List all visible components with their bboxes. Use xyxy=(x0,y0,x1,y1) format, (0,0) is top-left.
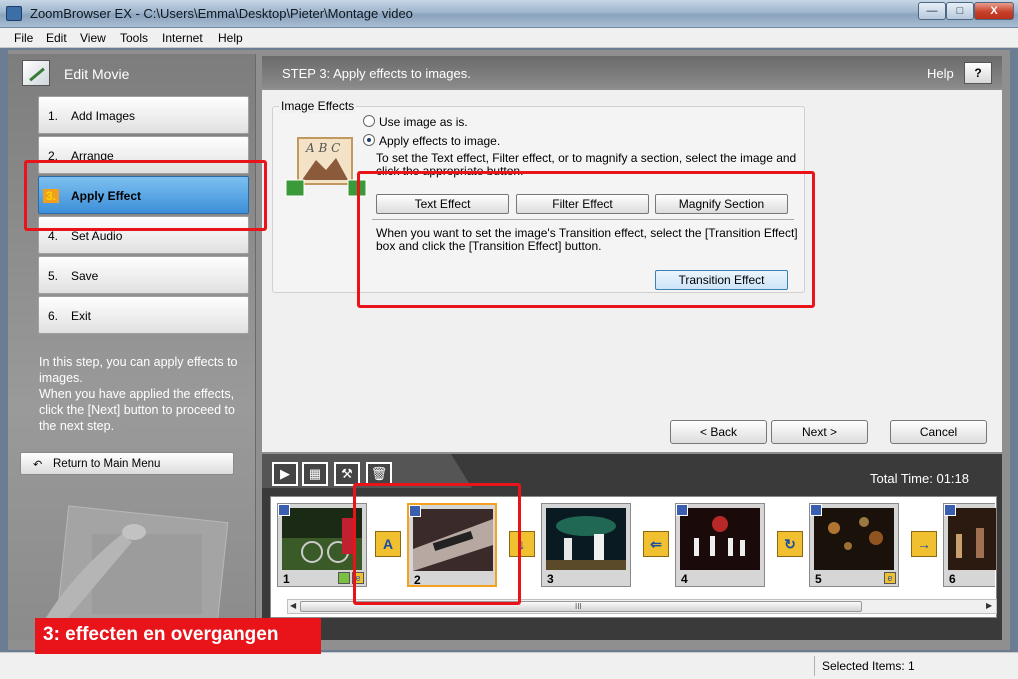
step-number: 5. xyxy=(48,269,59,283)
window-title: ZoomBrowser EX - C:\Users\Emma\Desktop\P… xyxy=(30,6,413,21)
image-badge-icon xyxy=(676,504,688,516)
close-button[interactable]: X xyxy=(974,2,1014,20)
annotation-label: 3: effecten en overgangen xyxy=(35,618,321,654)
step-label: Set Audio xyxy=(71,229,123,243)
effect-badge-icon: e xyxy=(884,572,896,584)
step-label: Exit xyxy=(71,309,92,323)
frame-thumbnail xyxy=(948,508,996,570)
step-label: Save xyxy=(71,269,99,283)
annotation-frame-highlight xyxy=(353,483,521,605)
content-header: STEP 3: Apply effects to images. Help ? xyxy=(262,56,1002,88)
menu-file[interactable]: File xyxy=(14,31,33,45)
step-save[interactable]: 5. Save xyxy=(38,256,249,294)
annotation-buttons-highlight xyxy=(357,171,815,308)
frame-thumbnail xyxy=(546,508,626,570)
total-time: Total Time: 01:18 xyxy=(870,471,969,486)
filter-badge-icon xyxy=(338,572,350,584)
step-number: 6. xyxy=(48,309,59,323)
image-badge-icon xyxy=(810,504,822,516)
frame-thumbnail xyxy=(814,508,894,570)
play-icon[interactable]: ▶ xyxy=(272,462,298,486)
step-number: 1. xyxy=(48,109,59,123)
menu-internet[interactable]: Internet xyxy=(162,31,203,45)
svg-text:A B C: A B C xyxy=(305,141,340,155)
image-badge-icon xyxy=(278,504,290,516)
frame-6[interactable]: 6 xyxy=(943,503,996,587)
menu-tools[interactable]: Tools xyxy=(120,31,148,45)
selected-items-status: Selected Items: 1 xyxy=(822,659,915,673)
image-badge-icon xyxy=(944,504,956,516)
menu-bar: File Edit View Tools Internet Help xyxy=(0,28,1018,48)
menu-view[interactable]: View xyxy=(80,31,106,45)
use-as-is-label: Use image as is. xyxy=(379,115,468,129)
back-button[interactable]: < Back xyxy=(670,420,767,444)
frame-thumbnail xyxy=(680,508,760,570)
annotation-step-highlight xyxy=(24,160,267,231)
step-number: 4. xyxy=(48,229,59,243)
step-title: STEP 3: Apply effects to images. xyxy=(282,66,471,81)
scroll-grip-icon: III xyxy=(575,602,582,611)
return-main-menu-label: Return to Main Menu xyxy=(53,458,161,470)
frame-number: 3 xyxy=(547,572,554,586)
next-button[interactable]: Next > xyxy=(771,420,868,444)
transition-slide-icon[interactable]: → xyxy=(911,531,937,557)
step-add-images[interactable]: 1. Add Images xyxy=(38,96,249,134)
edit-movie-icon xyxy=(22,60,50,86)
sidebar-title: Edit Movie xyxy=(64,66,130,82)
step-exit[interactable]: 6. Exit xyxy=(38,296,249,334)
scroll-right-icon[interactable]: ▶ xyxy=(986,601,992,610)
window-titlebar: ZoomBrowser EX - C:\Users\Emma\Desktop\P… xyxy=(0,0,1018,28)
minimize-button[interactable]: — xyxy=(918,2,946,20)
help-button[interactable]: ? xyxy=(964,62,992,84)
frame-number: 1 xyxy=(283,572,290,586)
scroll-left-icon[interactable]: ◀ xyxy=(290,601,296,610)
description-line: In this step, you can apply effects to i… xyxy=(39,355,238,385)
return-main-menu-button[interactable]: ↶ Return to Main Menu xyxy=(20,452,234,475)
image-effects-label: Image Effects xyxy=(279,99,357,113)
app-icon xyxy=(6,6,22,21)
frame-5[interactable]: 5 e xyxy=(809,503,899,587)
paintbrush-illustration xyxy=(42,505,229,634)
menu-edit[interactable]: Edit xyxy=(46,31,67,45)
description-line: When you have applied the effects, click… xyxy=(39,387,235,433)
step-description: In this step, you can apply effects to i… xyxy=(39,354,249,434)
menu-help[interactable]: Help xyxy=(218,31,243,45)
apply-effects-radio[interactable] xyxy=(363,134,375,146)
status-bar: Selected Items: 1 xyxy=(0,652,1018,679)
return-arrow-icon: ↶ xyxy=(33,459,43,471)
cancel-button[interactable]: Cancel xyxy=(890,420,987,444)
frame-thumbnail xyxy=(282,508,362,570)
sidebar: Edit Movie 1. Add Images 2. Arrange 3. A… xyxy=(8,54,256,640)
transition-rotate-icon[interactable]: ↻ xyxy=(777,531,803,557)
status-separator xyxy=(814,656,815,676)
frame-3[interactable]: 3 xyxy=(541,503,631,587)
frame-4[interactable]: 4 xyxy=(675,503,765,587)
maximize-button[interactable]: □ xyxy=(946,2,974,20)
calendar-icon[interactable]: ▦ xyxy=(302,462,328,486)
step-label: Add Images xyxy=(71,109,136,123)
help-label: Help xyxy=(927,66,954,81)
use-as-is-radio[interactable] xyxy=(363,115,375,127)
sidebar-header: Edit Movie xyxy=(8,54,256,92)
frame-number: 5 xyxy=(815,572,822,586)
frame-number: 4 xyxy=(681,572,688,586)
frame-number: 6 xyxy=(949,572,956,586)
transition-back-icon[interactable]: ⇐ xyxy=(643,531,669,557)
apply-effects-label: Apply effects to image. xyxy=(379,134,501,148)
